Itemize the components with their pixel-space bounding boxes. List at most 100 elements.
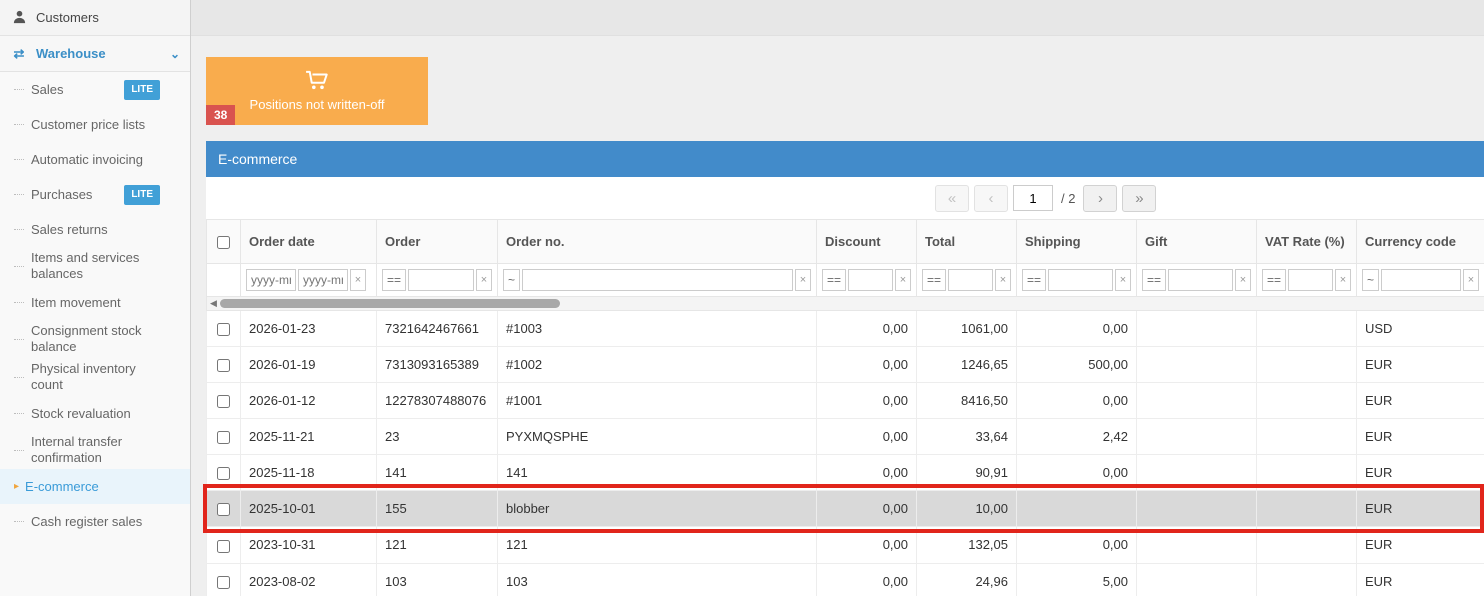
sidebar-item-internal-transfer-confirmation[interactable]: Internal transfer confirmation: [0, 431, 190, 469]
row-checkbox[interactable]: [217, 359, 230, 372]
column-shipping[interactable]: Shipping: [1017, 220, 1137, 264]
column-order-no[interactable]: Order no.: [498, 220, 817, 264]
row-checkbox[interactable]: [217, 540, 230, 553]
filter-discount-input[interactable]: [848, 269, 893, 291]
filter-currency-clear-button[interactable]: ×: [1463, 269, 1479, 291]
sidebar-item-label: Internal transfer confirmation: [31, 434, 160, 466]
cell-currency: EUR: [1357, 419, 1484, 455]
table-row[interactable]: 2025-11-18 141 141 0,00 90,91 0,00 EUR: [207, 455, 1484, 491]
row-checkbox[interactable]: [217, 395, 230, 408]
cell-vat: [1257, 383, 1357, 419]
pagination-prev-button[interactable]: ‹: [974, 185, 1008, 212]
scroll-left-arrow-icon[interactable]: ◀: [207, 298, 220, 309]
row-checkbox[interactable]: [217, 431, 230, 444]
horizontal-scrollbar[interactable]: ◀: [207, 297, 1484, 310]
scrollbar-thumb[interactable]: [220, 299, 560, 308]
sidebar-item-consignment-stock-balance[interactable]: Consignment stock balance: [0, 320, 190, 358]
column-vat-rate[interactable]: VAT Rate (%): [1257, 220, 1357, 264]
top-band: [191, 0, 1484, 36]
table-row-highlighted[interactable]: 2025-10-01 155 blobber 0,00 10,00 EUR: [207, 491, 1484, 527]
table-row[interactable]: 2023-08-02 103 103 0,00 24,96 5,00 EUR: [207, 563, 1484, 596]
cell-discount: 0,00: [817, 383, 917, 419]
cell-order-no: blobber: [498, 491, 817, 527]
cart-icon: [305, 70, 329, 93]
filter-shipping-clear-button[interactable]: ×: [1115, 269, 1131, 291]
sidebar-item-items-and-services-balances[interactable]: Items and services balances: [0, 247, 190, 285]
sidebar-item-automatic-invoicing[interactable]: Automatic invoicing: [0, 142, 190, 177]
table-row[interactable]: 2023-10-31 121 121 0,00 132,05 0,00 EUR: [207, 527, 1484, 563]
sidebar-item-sales-returns[interactable]: Sales returns: [0, 212, 190, 247]
filter-total-clear-button[interactable]: ×: [995, 269, 1011, 291]
filter-gift-operator: ==: [1142, 269, 1166, 291]
table-row[interactable]: 2025-11-21 23 PYXMQSPHE 0,00 33,64 2,42 …: [207, 419, 1484, 455]
row-checkbox[interactable]: [217, 467, 230, 480]
pagination-last-button[interactable]: »: [1122, 185, 1156, 212]
row-checkbox[interactable]: [217, 503, 230, 516]
sidebar: Customers ⇄ Warehouse ⌄ Sales LITE Custo…: [0, 0, 191, 596]
sidebar-item-sales[interactable]: Sales LITE: [0, 72, 190, 107]
sidebar-item-warehouse[interactable]: ⇄ Warehouse ⌄: [0, 36, 190, 72]
filter-shipping-input[interactable]: [1048, 269, 1113, 291]
filter-order-no-clear-button[interactable]: ×: [795, 269, 811, 291]
filter-discount-clear-button[interactable]: ×: [895, 269, 911, 291]
cell-total: 1246,65: [917, 347, 1017, 383]
filter-order-clear-button[interactable]: ×: [476, 269, 492, 291]
filter-date-from-input[interactable]: [246, 269, 296, 291]
column-order[interactable]: Order: [377, 220, 498, 264]
sidebar-customers-label: Customers: [36, 10, 99, 25]
sidebar-item-cash-register-sales[interactable]: Cash register sales: [0, 504, 190, 539]
filter-gift-clear-button[interactable]: ×: [1235, 269, 1251, 291]
table-header-row: Order date Order Order no. Discount Tota…: [207, 220, 1484, 264]
sidebar-item-e-commerce[interactable]: E-commerce: [0, 469, 190, 504]
sidebar-item-item-movement[interactable]: Item movement: [0, 285, 190, 320]
column-total[interactable]: Total: [917, 220, 1017, 264]
sidebar-item-physical-inventory-count[interactable]: Physical inventory count: [0, 358, 190, 396]
filter-order-input[interactable]: [408, 269, 474, 291]
sidebar-item-stock-revaluation[interactable]: Stock revaluation: [0, 396, 190, 431]
select-all-checkbox[interactable]: [217, 236, 230, 249]
cell-total: 10,00: [917, 491, 1017, 527]
filter-gift-input[interactable]: [1168, 269, 1233, 291]
table-row[interactable]: 2026-01-23 7321642467661 #1003 0,00 1061…: [207, 311, 1484, 347]
table-row[interactable]: 2026-01-12 12278307488076 #1001 0,00 841…: [207, 383, 1484, 419]
filter-currency-input[interactable]: [1381, 269, 1461, 291]
filter-total-operator: ==: [922, 269, 946, 291]
filter-vat-clear-button[interactable]: ×: [1335, 269, 1351, 291]
positions-count-badge: 38: [206, 105, 235, 125]
filter-order-no-input[interactable]: [522, 269, 793, 291]
pagination-next-button[interactable]: ›: [1083, 185, 1117, 212]
sidebar-item-label: Consignment stock balance: [31, 323, 160, 355]
table-row[interactable]: 2026-01-19 7313093165389 #1002 0,00 1246…: [207, 347, 1484, 383]
filter-date-clear-button[interactable]: ×: [350, 269, 366, 291]
pagination-first-button[interactable]: «: [935, 185, 969, 212]
cell-gift: [1137, 527, 1257, 563]
column-currency-code[interactable]: Currency code: [1357, 220, 1484, 264]
app-root: Customers ⇄ Warehouse ⌄ Sales LITE Custo…: [0, 0, 1484, 596]
filter-vat-input[interactable]: [1288, 269, 1333, 291]
filter-discount-operator: ==: [822, 269, 846, 291]
sidebar-item-label: Customer price lists: [31, 117, 145, 133]
cell-vat: [1257, 563, 1357, 596]
lite-badge: LITE: [124, 185, 160, 205]
cell-total: 90,91: [917, 455, 1017, 491]
column-order-date[interactable]: Order date: [241, 220, 377, 264]
sidebar-item-customer-price-lists[interactable]: Customer price lists: [0, 107, 190, 142]
filter-total-input[interactable]: [948, 269, 993, 291]
column-discount[interactable]: Discount: [817, 220, 917, 264]
column-gift[interactable]: Gift: [1137, 220, 1257, 264]
row-checkbox[interactable]: [217, 323, 230, 336]
pagination-page-input[interactable]: [1013, 185, 1053, 211]
filter-date-to-input[interactable]: [298, 269, 348, 291]
positions-not-written-off-button[interactable]: Positions not written-off 38: [206, 57, 428, 125]
main-area: Positions not written-off 38 E-commerce …: [191, 0, 1484, 596]
row-checkbox[interactable]: [217, 576, 230, 589]
cell-gift: [1137, 347, 1257, 383]
sidebar-item-label: Stock revaluation: [31, 406, 131, 422]
cell-vat: [1257, 527, 1357, 563]
cell-currency: EUR: [1357, 563, 1484, 596]
sidebar-item-customers[interactable]: Customers: [0, 0, 190, 36]
sidebar-item-label: Items and services balances: [31, 250, 160, 282]
sidebar-item-purchases[interactable]: Purchases LITE: [0, 177, 190, 212]
cell-shipping: 2,42: [1017, 419, 1137, 455]
customers-icon: [10, 9, 28, 27]
